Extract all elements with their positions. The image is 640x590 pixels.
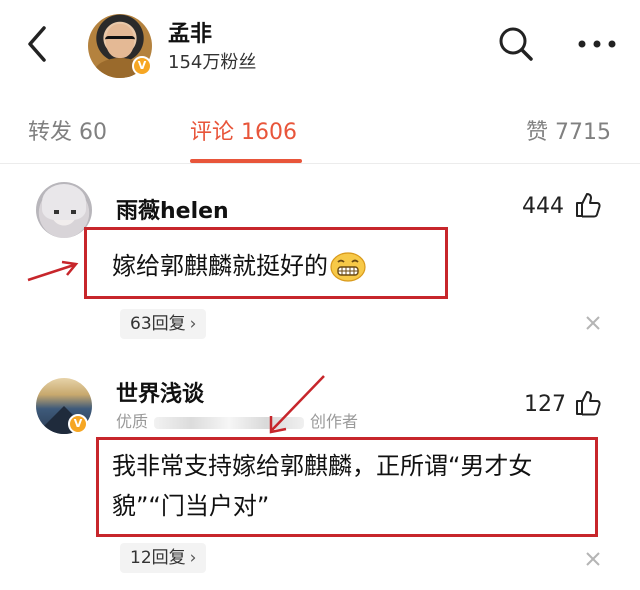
tab-repost[interactable]: 转发 60 xyxy=(28,114,107,146)
tab-likes[interactable]: 赞 7715 xyxy=(526,114,611,146)
profile-header: V 孟非 154万粉丝 xyxy=(0,0,640,92)
like-count: 444 xyxy=(522,194,564,219)
chevron-right-icon: › xyxy=(189,314,197,334)
fans-count: 154万粉丝 xyxy=(168,52,257,73)
thumbs-up-icon[interactable] xyxy=(574,191,602,219)
tab-comments[interactable]: 评论 1606 xyxy=(190,114,297,146)
active-tab-indicator xyxy=(190,159,302,163)
comment-username[interactable]: 雨薇helen xyxy=(116,193,229,225)
thumbs-up-icon[interactable] xyxy=(574,389,602,417)
back-arrow-icon[interactable] xyxy=(18,22,58,66)
comment-text: 我非常支持嫁给郭麒麟，正所谓“男才女貌”“门当户对” xyxy=(112,452,533,520)
chevron-right-icon: › xyxy=(189,548,197,568)
comment-username[interactable]: 世界浅谈 xyxy=(116,376,204,408)
grinning-emoji-icon xyxy=(330,252,366,282)
profile-name[interactable]: 孟非 xyxy=(168,16,212,48)
replies-button[interactable]: 12回复 › xyxy=(120,543,207,573)
annotation-arrow-icon xyxy=(27,260,79,282)
close-icon[interactable] xyxy=(584,550,602,568)
close-icon[interactable] xyxy=(584,314,602,332)
verified-badge-icon: V xyxy=(132,56,152,76)
replies-button[interactable]: 63回复 › xyxy=(120,309,207,339)
more-icon[interactable] xyxy=(574,26,620,62)
like-count: 127 xyxy=(524,392,566,417)
tab-bar: 转发 60 评论 1606 赞 7715 xyxy=(0,92,640,164)
comment-text: 嫁给郭麒麟就挺好的 xyxy=(112,246,366,286)
annotation-arrow-icon xyxy=(269,375,325,434)
verified-badge-icon: V xyxy=(68,414,88,434)
search-icon[interactable] xyxy=(496,24,536,64)
